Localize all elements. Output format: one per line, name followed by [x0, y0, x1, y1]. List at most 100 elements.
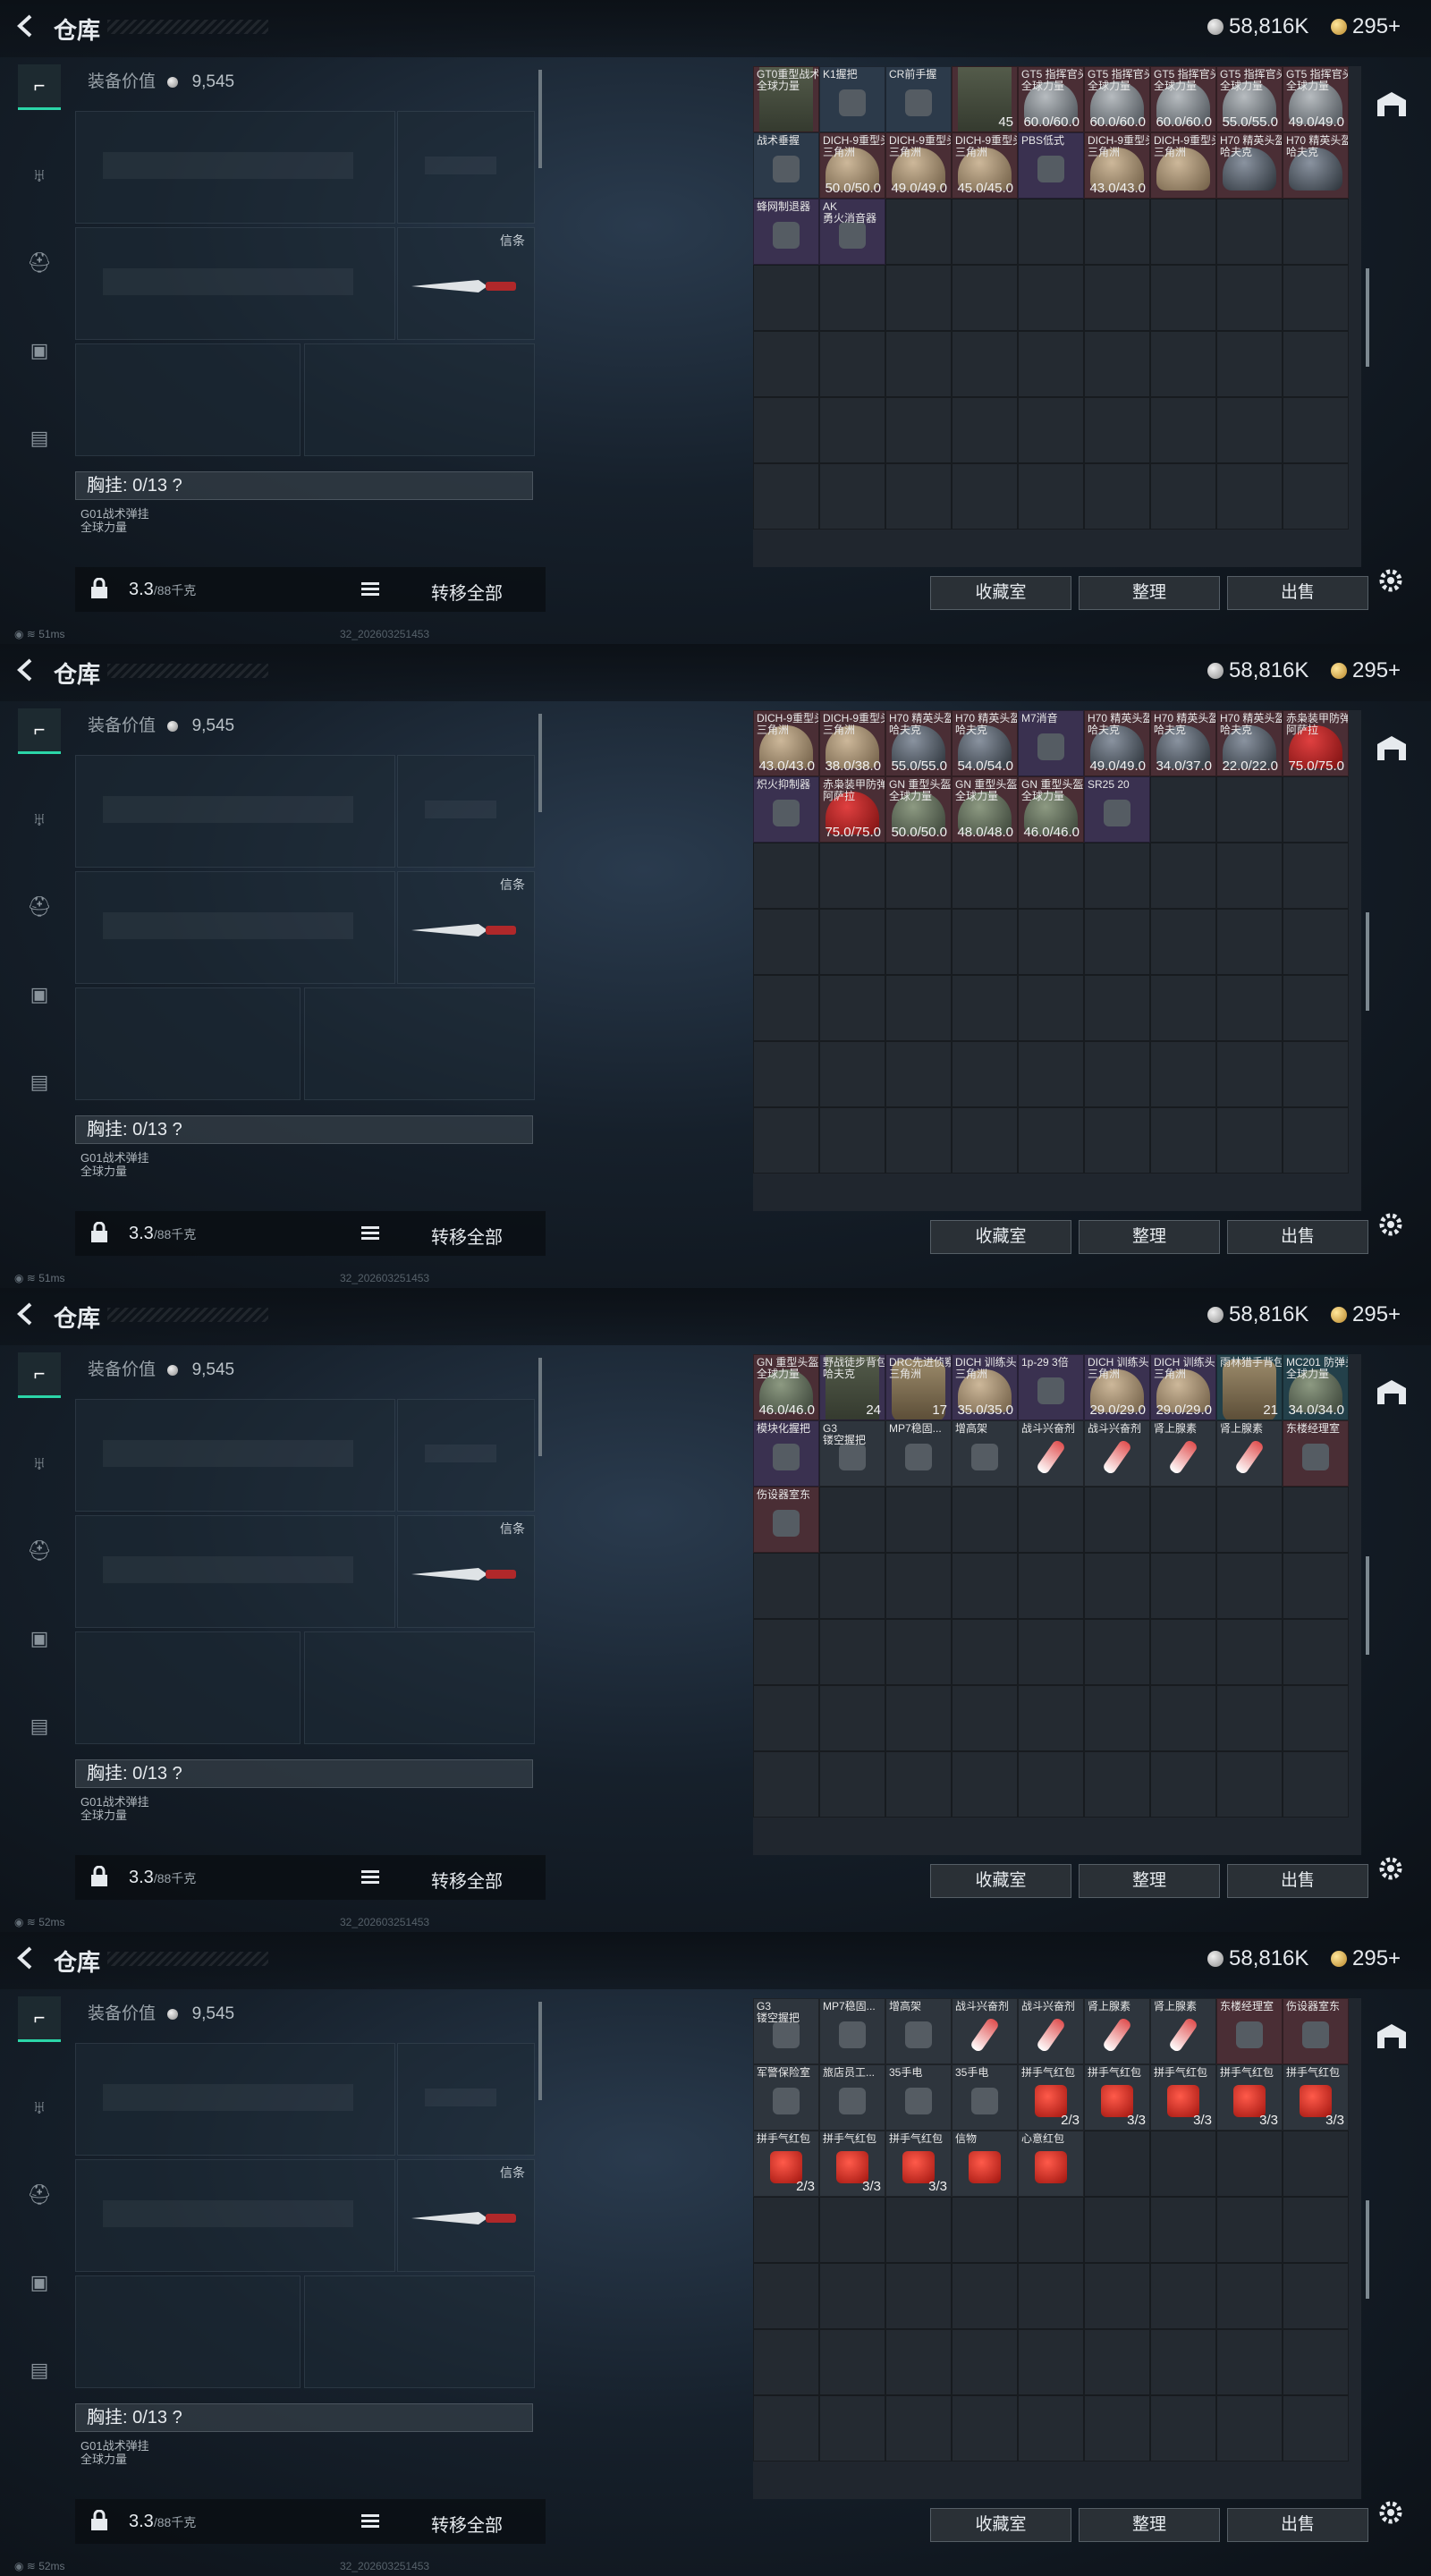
empty-slot[interactable] — [952, 909, 1018, 975]
gold-currency[interactable]: 295+ — [1331, 14, 1401, 39]
back-arrow-icon[interactable] — [13, 657, 39, 683]
empty-slot[interactable] — [753, 265, 819, 331]
melee-slot[interactable]: 信条 — [397, 871, 535, 984]
empty-slot[interactable] — [753, 975, 819, 1041]
empty-slot[interactable] — [1216, 1107, 1283, 1174]
empty-slot[interactable] — [819, 397, 885, 463]
stash-tab-4[interactable] — [1374, 1021, 1410, 1052]
nav-armor-icon[interactable]: ♅ — [18, 2086, 61, 2129]
empty-slot[interactable] — [819, 909, 885, 975]
chest-rig-bar[interactable]: 胸挂: 0/13 ? — [75, 471, 533, 500]
helmet-slot[interactable] — [75, 987, 301, 1100]
stash-tab-4[interactable] — [1374, 377, 1410, 408]
chest-rig-item[interactable]: G01战术弹挂 全球力量 — [80, 2439, 149, 2466]
empty-slot[interactable] — [753, 2263, 819, 2329]
empty-slot[interactable] — [1084, 199, 1150, 265]
stash-item-8[interactable]: 赤枭装甲防弹面具 阿萨拉 75.0/75.0 — [1283, 710, 1349, 776]
stash-scrollbar[interactable] — [1366, 2200, 1369, 2299]
empty-slot[interactable] — [753, 1619, 819, 1685]
stash-item-13[interactable]: 拼手气红包 2/3 — [1018, 2064, 1084, 2131]
primary-weapon-slot[interactable] — [75, 755, 395, 868]
empty-slot[interactable] — [1018, 397, 1084, 463]
gold-currency[interactable]: 295+ — [1331, 1302, 1401, 1327]
empty-slot[interactable] — [819, 1685, 885, 1751]
empty-slot[interactable] — [952, 843, 1018, 909]
stash-item-3[interactable]: DICH 训练头盔 三角洲 35.0/35.0 — [952, 1354, 1018, 1420]
empty-slot[interactable] — [753, 397, 819, 463]
stash-item-6[interactable]: 肾上腺素 — [1150, 1998, 1216, 2064]
collection-button[interactable]: 收藏室 — [930, 576, 1071, 610]
empty-slot[interactable] — [1150, 1619, 1216, 1685]
stash-item-9[interactable]: 炽火抑制器 — [753, 776, 819, 843]
stash-item-2[interactable]: 增高架 — [885, 1998, 952, 2064]
empty-slot[interactable] — [885, 331, 952, 397]
empty-slot[interactable] — [1216, 199, 1283, 265]
empty-slot[interactable] — [952, 265, 1018, 331]
empty-slot[interactable] — [1216, 397, 1283, 463]
empty-slot[interactable] — [753, 1751, 819, 1818]
empty-slot[interactable] — [753, 843, 819, 909]
empty-slot[interactable] — [1150, 2395, 1216, 2462]
stash-item-20[interactable]: 拼手气红包 3/3 — [885, 2131, 952, 2197]
stash-item-10[interactable]: 旅店员工... — [819, 2064, 885, 2131]
empty-slot[interactable] — [1216, 1751, 1283, 1818]
pistol-slot[interactable] — [397, 2043, 535, 2156]
stash-item-13[interactable]: 战斗兴奋剂 — [1018, 1420, 1084, 1487]
empty-slot[interactable] — [1018, 2263, 1084, 2329]
empty-slot[interactable] — [1216, 1619, 1283, 1685]
empty-slot[interactable] — [1216, 1685, 1283, 1751]
empty-slot[interactable] — [819, 975, 885, 1041]
empty-slot[interactable] — [1150, 331, 1216, 397]
stash-item-2[interactable]: CR前手握 — [885, 66, 952, 132]
empty-slot[interactable] — [753, 1685, 819, 1751]
empty-slot[interactable] — [819, 2263, 885, 2329]
back-arrow-icon[interactable] — [13, 1945, 39, 1971]
melee-slot[interactable]: 信条 — [397, 2159, 535, 2272]
stash-item-1[interactable]: MP7稳固... — [819, 1998, 885, 2064]
empty-slot[interactable] — [1018, 1041, 1084, 1107]
empty-slot[interactable] — [885, 1487, 952, 1553]
empty-slot[interactable] — [1084, 2263, 1150, 2329]
secondary-weapon-slot[interactable] — [75, 871, 395, 984]
stash-tab-4[interactable] — [1374, 2309, 1410, 2340]
stash-tab-1[interactable] — [1374, 2089, 1410, 2120]
empty-slot[interactable] — [1018, 2395, 1084, 2462]
empty-slot[interactable] — [753, 2395, 819, 2462]
list-icon[interactable] — [361, 1869, 379, 1885]
nav-chest-rig-icon[interactable]: ▣ — [18, 973, 61, 1016]
empty-slot[interactable] — [1018, 1685, 1084, 1751]
stash-item-12[interactable]: 35手电 — [952, 2064, 1018, 2131]
chest-rig-item[interactable]: G01战术弹挂 全球力量 — [80, 1151, 149, 1178]
empty-slot[interactable] — [1283, 397, 1349, 463]
stash-item-4[interactable]: M7消音 — [1018, 710, 1084, 776]
empty-slot[interactable] — [753, 909, 819, 975]
stash-item-3[interactable]: H70 精英头盔 哈夫克 54.0/54.0 — [952, 710, 1018, 776]
chest-rig-bar[interactable]: 胸挂: 0/13 ? — [75, 2403, 533, 2432]
pistol-slot[interactable] — [397, 1399, 535, 1512]
empty-slot[interactable] — [885, 975, 952, 1041]
empty-slot[interactable] — [885, 1041, 952, 1107]
empty-slot[interactable] — [1283, 1751, 1349, 1818]
empty-slot[interactable] — [1084, 265, 1150, 331]
empty-slot[interactable] — [1216, 2329, 1283, 2395]
stash-item-1[interactable]: DICH-9重型头盔 三角洲 38.0/38.0 — [819, 710, 885, 776]
empty-slot[interactable] — [1150, 975, 1216, 1041]
empty-slot[interactable] — [1018, 463, 1084, 530]
empty-slot[interactable] — [1150, 1685, 1216, 1751]
empty-slot[interactable] — [1018, 1619, 1084, 1685]
stash-item-16[interactable]: 拼手气红包 3/3 — [1216, 2064, 1283, 2131]
empty-slot[interactable] — [819, 1619, 885, 1685]
empty-slot[interactable] — [1150, 1487, 1216, 1553]
stash-item-11[interactable]: GN 重型头盔 全球力量 50.0/50.0 — [885, 776, 952, 843]
empty-slot[interactable] — [1216, 1041, 1283, 1107]
empty-slot[interactable] — [1216, 776, 1283, 843]
armor-slot[interactable] — [304, 2275, 535, 2388]
stash-tab-6[interactable] — [1374, 2456, 1410, 2487]
loadout-scrollbar[interactable] — [538, 70, 542, 168]
settings-gear-icon[interactable] — [1377, 1855, 1404, 1882]
empty-slot[interactable] — [885, 265, 952, 331]
sort-button[interactable]: 整理 — [1079, 1864, 1220, 1898]
empty-slot[interactable] — [1283, 776, 1349, 843]
empty-slot[interactable] — [952, 2263, 1018, 2329]
warehouse-tab-icon[interactable] — [1374, 2021, 1410, 2052]
